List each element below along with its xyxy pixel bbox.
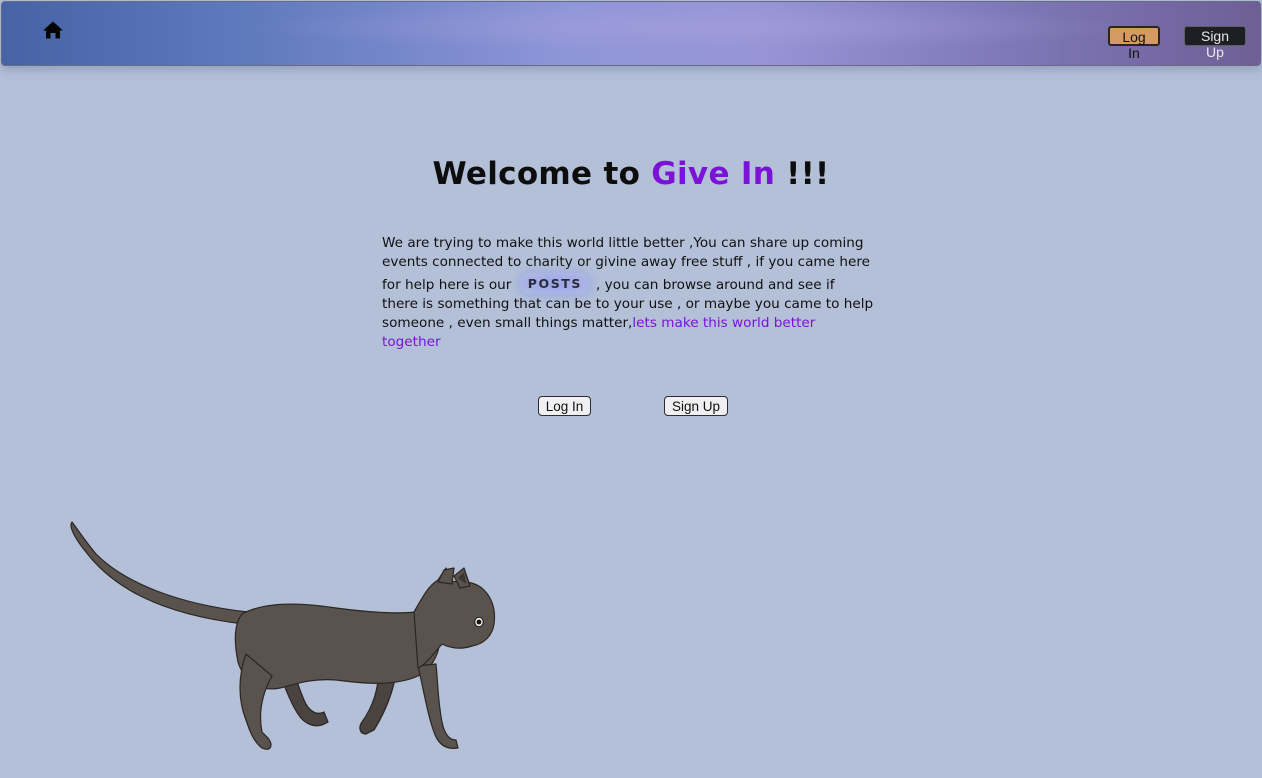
header-signup-button[interactable]: Sign Up: [1184, 26, 1246, 60]
page: Log In Sign Up Welcome to Give In !!! We…: [0, 0, 1262, 778]
intro-paragraph: We are trying to make this world little …: [382, 234, 874, 353]
title-prefix: Welcome to: [432, 156, 652, 192]
top-nav-bar: Log In Sign Up: [1, 1, 1261, 66]
home-icon[interactable]: [42, 20, 64, 40]
page-title: Welcome to Give In !!!: [0, 156, 1262, 192]
posts-link[interactable]: POSTS: [519, 272, 591, 294]
header-login-button[interactable]: Log In: [1108, 26, 1160, 61]
login-button[interactable]: Log In: [538, 396, 591, 416]
signup-button[interactable]: Sign Up: [664, 396, 728, 416]
brand-name: Give In: [651, 156, 776, 192]
crescent-moon-icon: [690, 479, 757, 576]
walking-cat-icon: [70, 521, 496, 750]
title-suffix: !!!: [775, 156, 830, 192]
